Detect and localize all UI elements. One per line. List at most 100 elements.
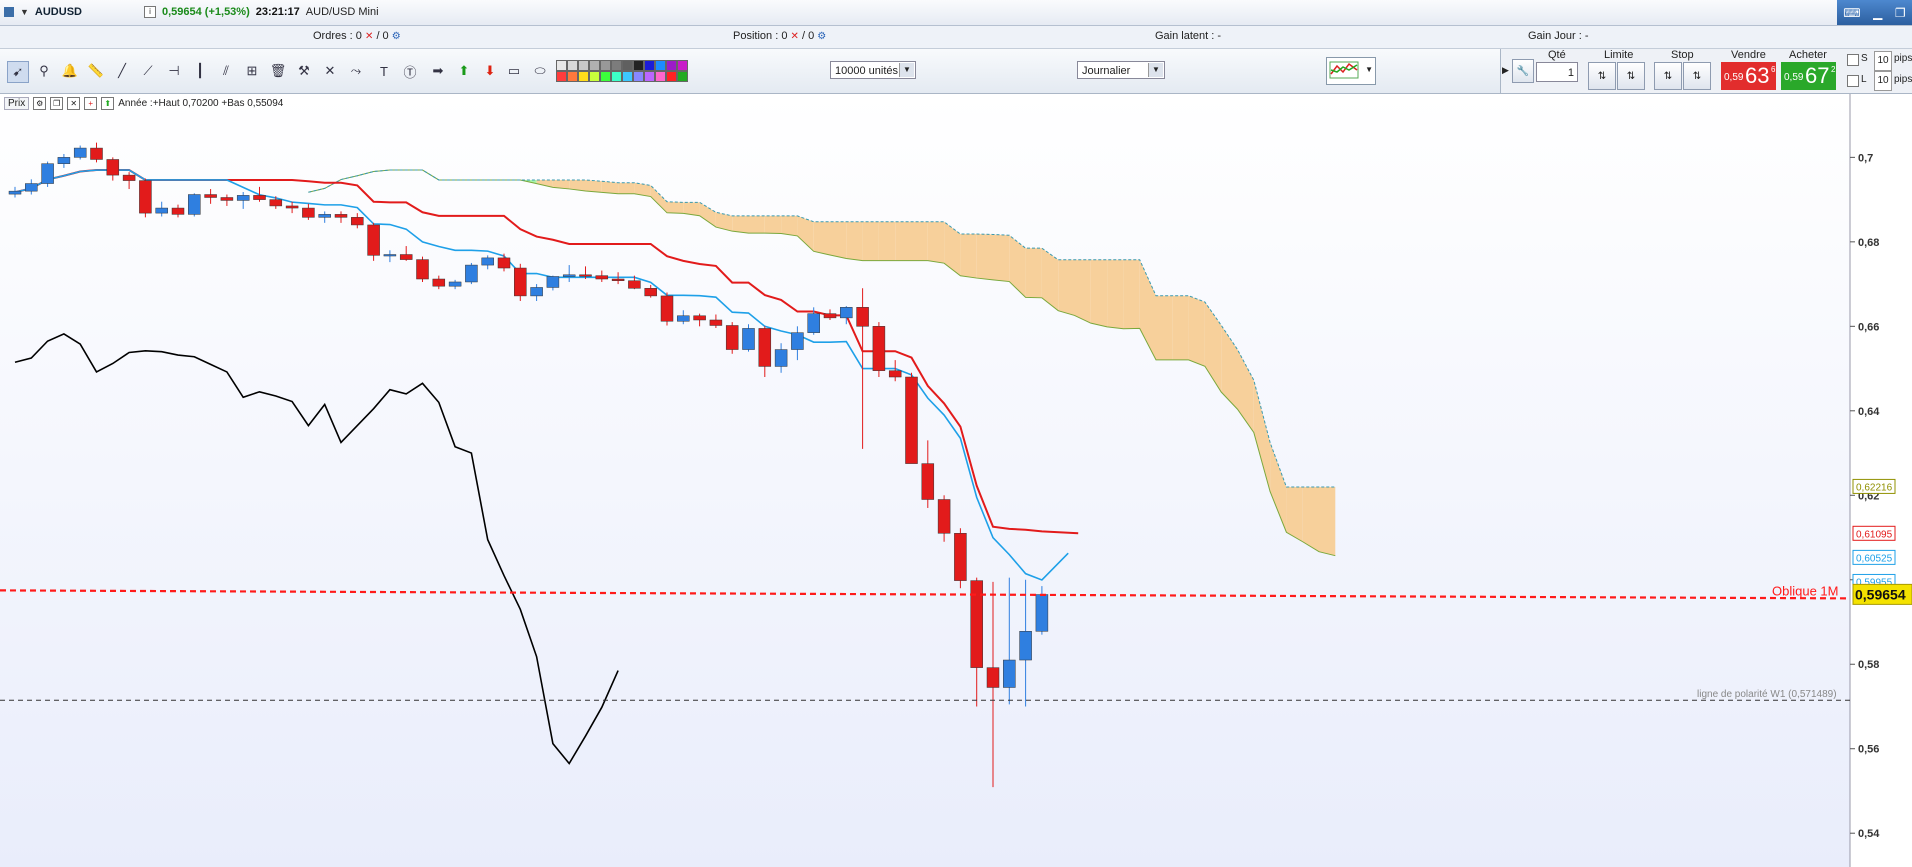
buy-stop-button[interactable]: ⇅: [1654, 62, 1682, 90]
candle-body[interactable]: [579, 274, 592, 277]
pitchfork-icon[interactable]: ⤳: [346, 61, 366, 81]
restore-icon[interactable]: ❐: [1895, 6, 1906, 20]
sell-button[interactable]: 0,59 63 6: [1721, 62, 1776, 90]
candle-body[interactable]: [122, 174, 136, 181]
candle-body[interactable]: [823, 313, 837, 319]
color-swatch[interactable]: [666, 71, 677, 82]
price-chart[interactable]: Oblique 1M ligne de polarité W1 (0,571489…: [0, 94, 1912, 867]
candle-body[interactable]: [742, 328, 755, 350]
candle-body[interactable]: [220, 197, 234, 201]
candle-body[interactable]: [840, 307, 853, 319]
arrow-up-icon[interactable]: ⬆: [454, 61, 474, 81]
candle-body[interactable]: [791, 332, 804, 350]
up-arrow-icon[interactable]: ⬆: [101, 96, 115, 110]
color-swatch[interactable]: [567, 60, 578, 71]
candle-body[interactable]: [921, 463, 935, 500]
candle-body[interactable]: [57, 157, 71, 164]
color-swatch[interactable]: [567, 71, 578, 82]
candle-body[interactable]: [8, 190, 22, 195]
color-swatch[interactable]: [666, 60, 677, 71]
quantity-input[interactable]: 1: [1536, 62, 1578, 82]
segment-icon[interactable]: ╱: [112, 61, 132, 81]
candle-body[interactable]: [872, 326, 886, 371]
color-swatch[interactable]: [589, 60, 600, 71]
candle-body[interactable]: [774, 349, 788, 367]
l-checkbox[interactable]: [1847, 75, 1859, 87]
candle-body[interactable]: [139, 180, 152, 214]
candle-body[interactable]: [954, 533, 967, 581]
candle-body[interactable]: [905, 376, 918, 464]
arrow-right-icon[interactable]: ➡: [428, 61, 448, 81]
candle-body[interactable]: [481, 257, 494, 266]
candle-body[interactable]: [758, 328, 772, 367]
orders-link-icon[interactable]: ⚙: [392, 31, 401, 42]
candle-body[interactable]: [465, 264, 478, 283]
timeframe-select[interactable]: Journalier ▼: [1077, 61, 1165, 79]
candle-body[interactable]: [188, 194, 201, 215]
symbol-name[interactable]: AUDUSD: [35, 6, 82, 18]
s-pips-input[interactable]: 10: [1874, 51, 1892, 71]
window-icon[interactable]: ❐: [50, 96, 64, 110]
buy-limit-button[interactable]: ⇅: [1588, 62, 1616, 90]
line-icon[interactable]: ⟋: [138, 61, 158, 81]
candle-body[interactable]: [1019, 631, 1032, 661]
candle-body[interactable]: [611, 278, 625, 281]
fibonacci-icon[interactable]: ⊞: [242, 61, 262, 81]
color-swatch[interactable]: [578, 60, 589, 71]
candle-body[interactable]: [106, 159, 120, 176]
candle-body[interactable]: [725, 325, 739, 350]
color-swatch[interactable]: [611, 71, 622, 82]
candle-body[interactable]: [660, 295, 674, 322]
candle-body[interactable]: [155, 207, 168, 214]
color-swatch[interactable]: [633, 60, 644, 71]
vertical-line-icon[interactable]: ┃: [190, 61, 210, 81]
ruler-icon[interactable]: 📏: [86, 61, 106, 81]
candle-body[interactable]: [856, 307, 869, 327]
s-checkbox[interactable]: [1847, 54, 1859, 66]
text-circle-icon[interactable]: Ⓣ: [400, 61, 420, 81]
sell-stop-button[interactable]: ⇅: [1683, 62, 1711, 90]
candle-body[interactable]: [497, 257, 511, 269]
candle-body[interactable]: [318, 214, 331, 218]
candle-body[interactable]: [807, 313, 820, 333]
color-swatch[interactable]: [622, 71, 633, 82]
candle-body[interactable]: [514, 267, 527, 297]
candle-body[interactable]: [25, 183, 38, 192]
color-swatch[interactable]: [589, 71, 600, 82]
info-icon[interactable]: i: [143, 6, 156, 18]
candle-body[interactable]: [693, 315, 706, 321]
channel-icon[interactable]: ⫽: [216, 61, 236, 81]
alert-bell-icon[interactable]: 🔔: [60, 61, 80, 81]
candle-body[interactable]: [448, 281, 462, 287]
add-indicator-icon[interactable]: +: [84, 96, 98, 110]
candle-body[interactable]: [367, 224, 380, 256]
price-tab[interactable]: Prix: [4, 96, 30, 110]
candle-body[interactable]: [595, 275, 609, 280]
sell-limit-button[interactable]: ⇅: [1617, 62, 1645, 90]
candle-body[interactable]: [41, 163, 54, 184]
collapse-arrow-icon[interactable]: ▶: [1502, 65, 1509, 76]
keyboard-icon[interactable]: ⌨: [1843, 6, 1860, 20]
buy-button[interactable]: 0,59 67 2: [1781, 62, 1836, 90]
candle-body[interactable]: [530, 287, 543, 297]
candle-body[interactable]: [416, 259, 429, 280]
candle-body[interactable]: [432, 278, 446, 287]
candle-body[interactable]: [677, 315, 690, 322]
color-swatch[interactable]: [611, 60, 622, 71]
candle-body[interactable]: [73, 147, 87, 158]
text-box-icon[interactable]: T: [374, 61, 394, 81]
candle-body[interactable]: [334, 214, 348, 218]
color-swatch[interactable]: [655, 71, 666, 82]
zoom-icon[interactable]: ⚲: [34, 61, 54, 81]
candle-body[interactable]: [1035, 594, 1049, 632]
candle-body[interactable]: [399, 254, 413, 260]
candle-body[interactable]: [1003, 659, 1016, 688]
color-swatch[interactable]: [600, 71, 611, 82]
color-swatch[interactable]: [578, 71, 589, 82]
fan-icon[interactable]: ✕: [320, 61, 340, 81]
chart-type-button[interactable]: ▼: [1326, 57, 1376, 85]
color-swatch[interactable]: [655, 60, 666, 71]
color-swatch[interactable]: [644, 71, 655, 82]
color-swatch[interactable]: [644, 60, 655, 71]
candle-body[interactable]: [285, 205, 299, 209]
